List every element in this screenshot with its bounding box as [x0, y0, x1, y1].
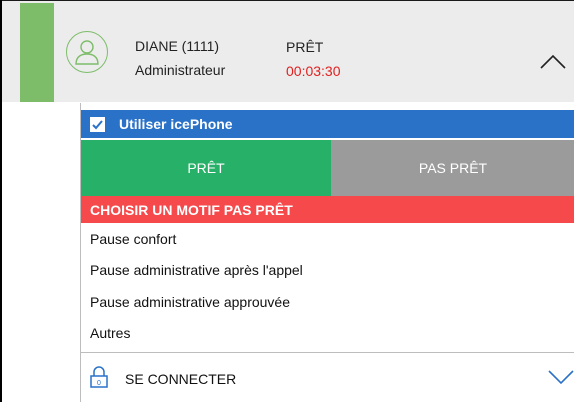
collapse-button[interactable] — [538, 49, 568, 73]
status-panel: Utiliser icePhone PRÊT PAS PRÊT CHOISIR … — [80, 103, 574, 402]
motif-item-pause-confort[interactable]: Pause confort — [81, 223, 574, 255]
status-button-row: PRÊT PAS PRÊT — [81, 140, 574, 196]
chevron-up-icon — [540, 54, 566, 69]
motif-list: Pause confort Pause administrative après… — [81, 223, 574, 349]
status-indicator-stripe — [20, 3, 54, 102]
svg-text:0: 0 — [97, 380, 101, 387]
agent-role: Administrateur — [135, 62, 226, 78]
not-ready-button[interactable]: PAS PRÊT — [331, 140, 574, 196]
icephone-checkbox[interactable] — [90, 116, 105, 132]
status-timer: 00:03:30 — [286, 63, 341, 79]
avatar — [66, 31, 108, 73]
agent-header: DIANE (1111) Administrateur PRÊT 00:03:3… — [2, 0, 574, 102]
icephone-toggle-bar[interactable]: Utiliser icePhone — [81, 110, 574, 138]
ready-button[interactable]: PRÊT — [81, 140, 331, 196]
connect-label: SE CONNECTER — [125, 371, 237, 387]
connect-row[interactable]: 0 SE CONNECTER — [81, 353, 574, 402]
user-icon — [75, 40, 99, 65]
motif-item-pause-admin-approuvee[interactable]: Pause administrative approuvée — [81, 286, 574, 318]
lock-icon: 0 — [90, 366, 108, 388]
motif-item-pause-admin-apres-appel[interactable]: Pause administrative après l'appel — [81, 255, 574, 287]
motif-header: CHOISIR UN MOTIF PAS PRÊT — [81, 196, 574, 223]
checkmark-icon — [92, 119, 103, 129]
chevron-down-icon[interactable] — [547, 368, 574, 386]
agent-name: DIANE (1111) — [135, 38, 220, 54]
motif-item-autres[interactable]: Autres — [81, 318, 574, 350]
agent-status: PRÊT — [286, 39, 324, 55]
icephone-label: Utiliser icePhone — [119, 116, 233, 132]
